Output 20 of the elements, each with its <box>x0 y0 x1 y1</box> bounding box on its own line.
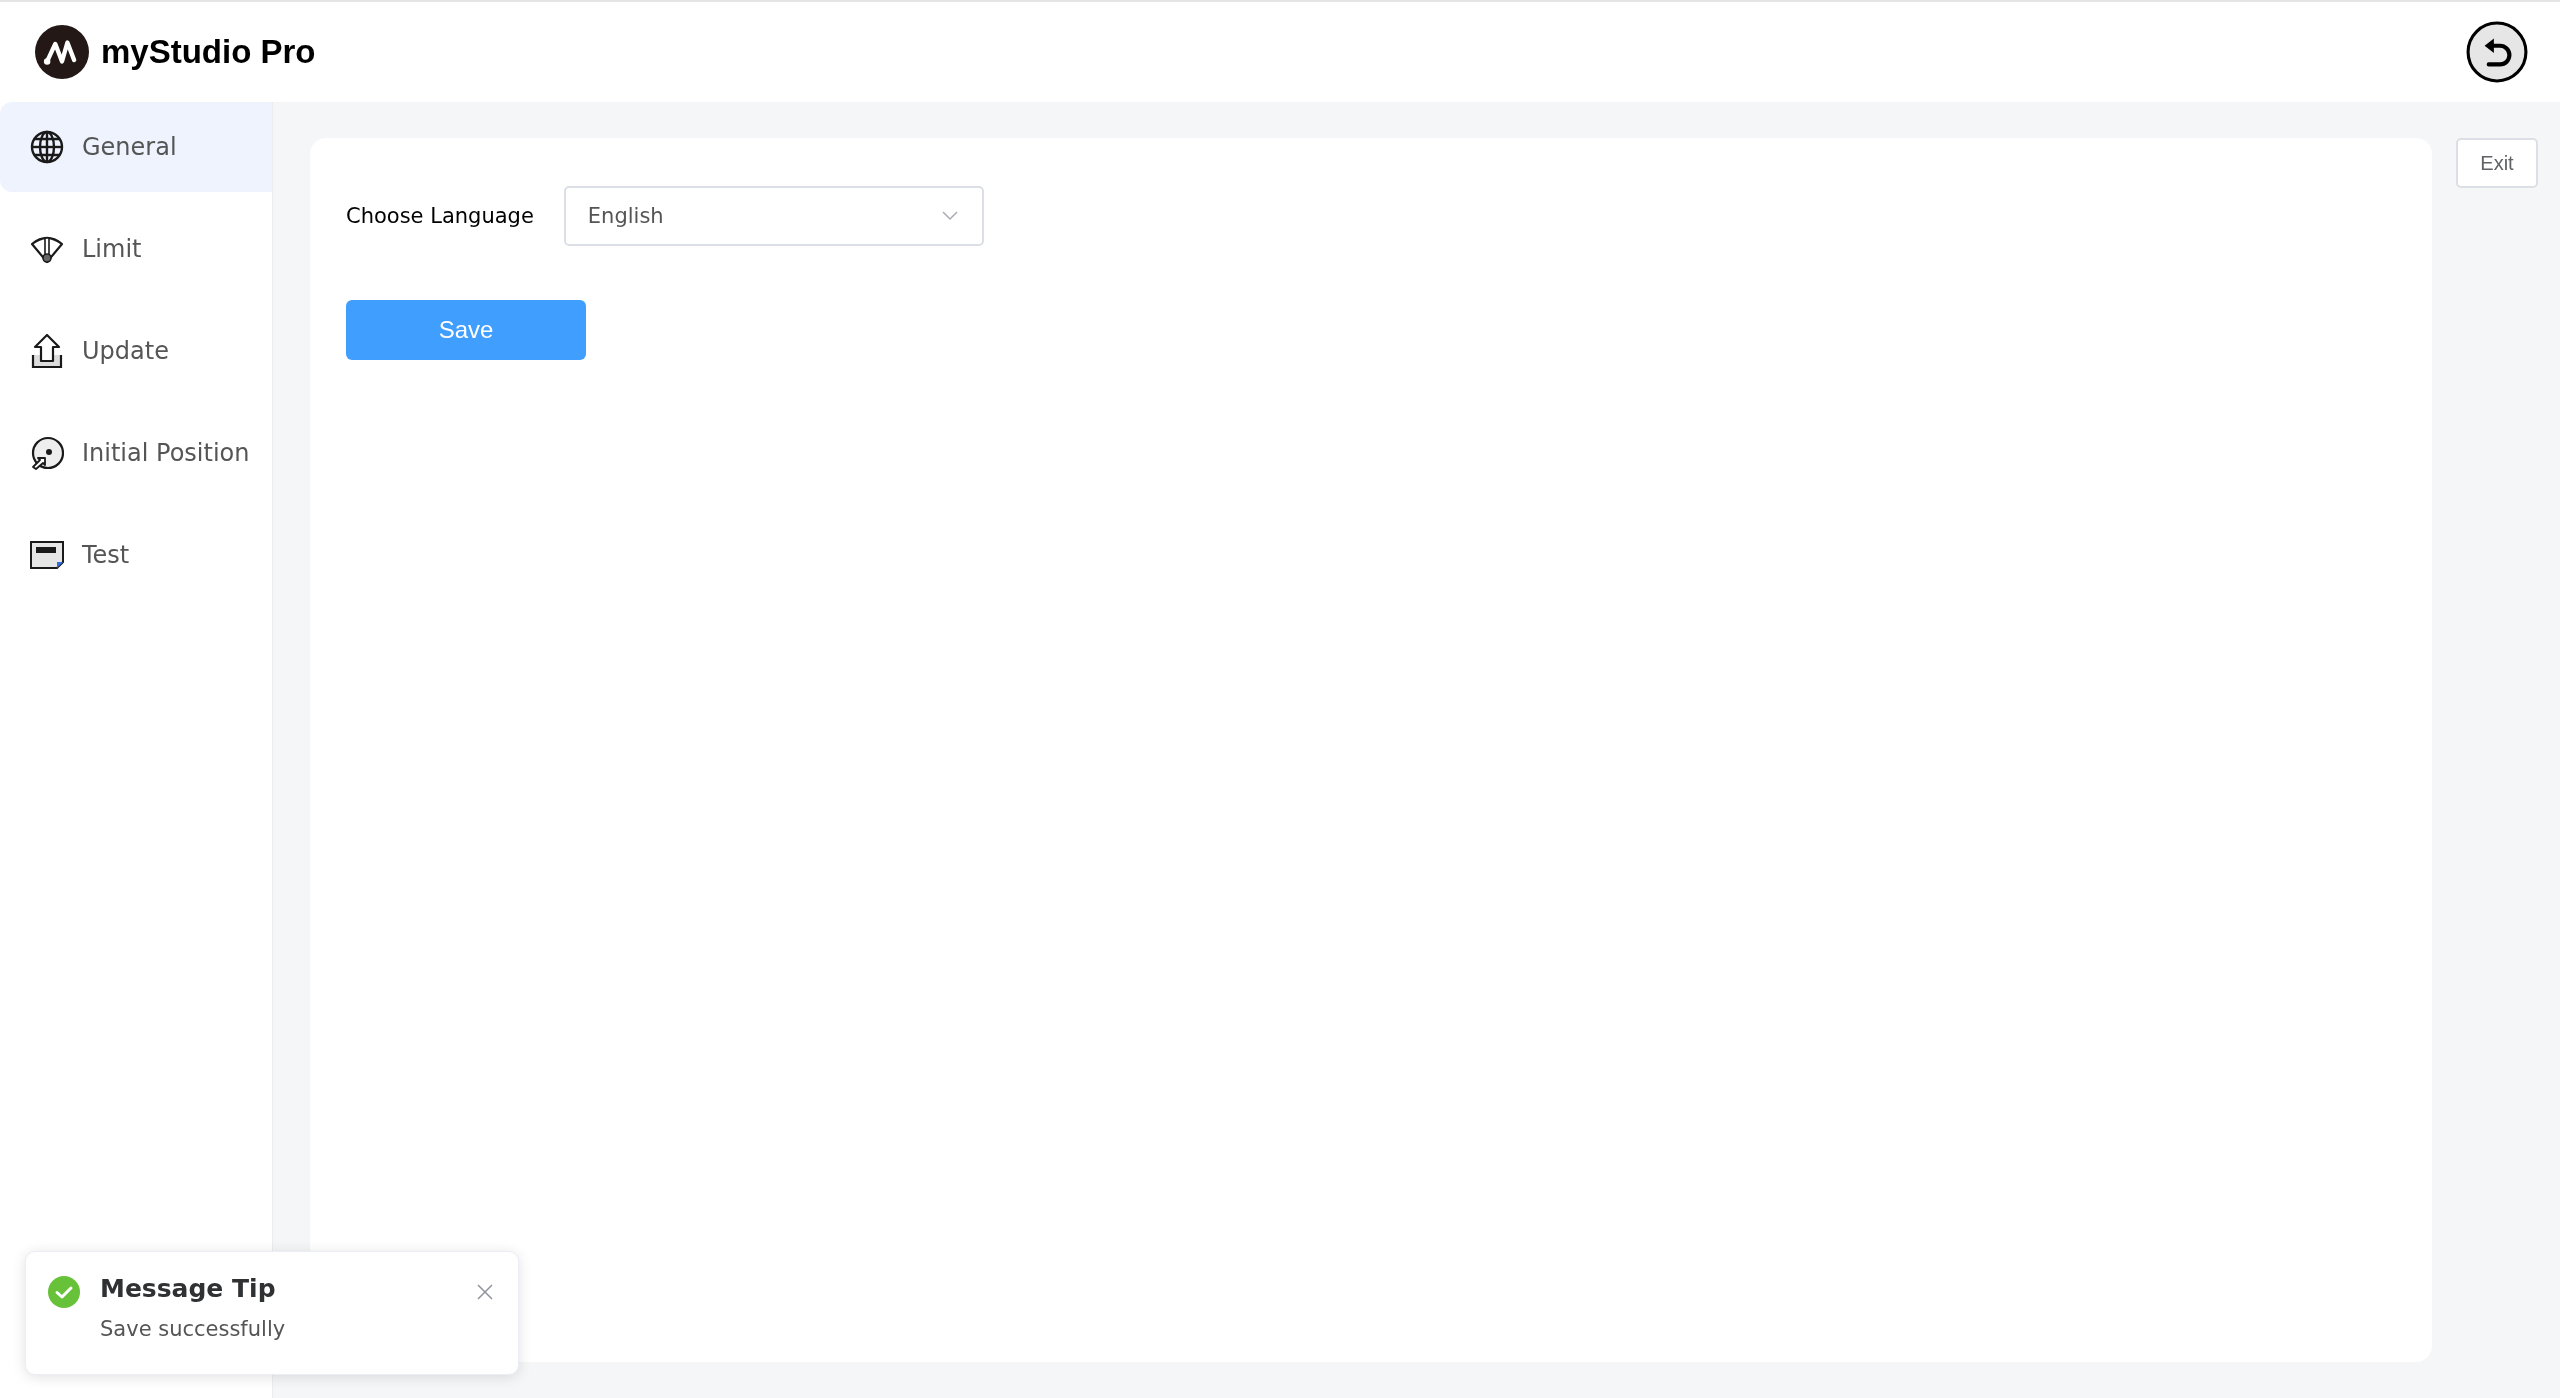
globe-icon <box>30 130 64 164</box>
toast-message: Save successfully <box>100 1317 287 1341</box>
sidebar-item[interactable]: General <box>0 102 272 192</box>
sidebar-item[interactable]: Update <box>0 306 272 396</box>
close-icon[interactable] <box>477 1284 493 1300</box>
target-cursor-icon <box>30 436 64 470</box>
undo-icon[interactable] <box>2466 21 2528 83</box>
check-circle-icon <box>48 1276 80 1308</box>
sidebar-item[interactable]: Limit <box>0 204 272 294</box>
language-select[interactable]: English <box>563 186 984 246</box>
sidebar-item[interactable]: Initial Position <box>0 408 272 498</box>
test-sheet-icon <box>30 541 64 569</box>
exit-button[interactable]: Exit <box>2456 138 2538 188</box>
toast-title: Message Tip <box>100 1274 277 1303</box>
chevron-down-icon <box>941 211 958 221</box>
upload-icon <box>30 333 64 369</box>
language-label: Choose Language <box>346 204 534 228</box>
sidebar-item[interactable]: Test <box>0 510 272 600</box>
logo-icon <box>35 25 89 79</box>
app-title: myStudio Pro <box>101 33 316 71</box>
